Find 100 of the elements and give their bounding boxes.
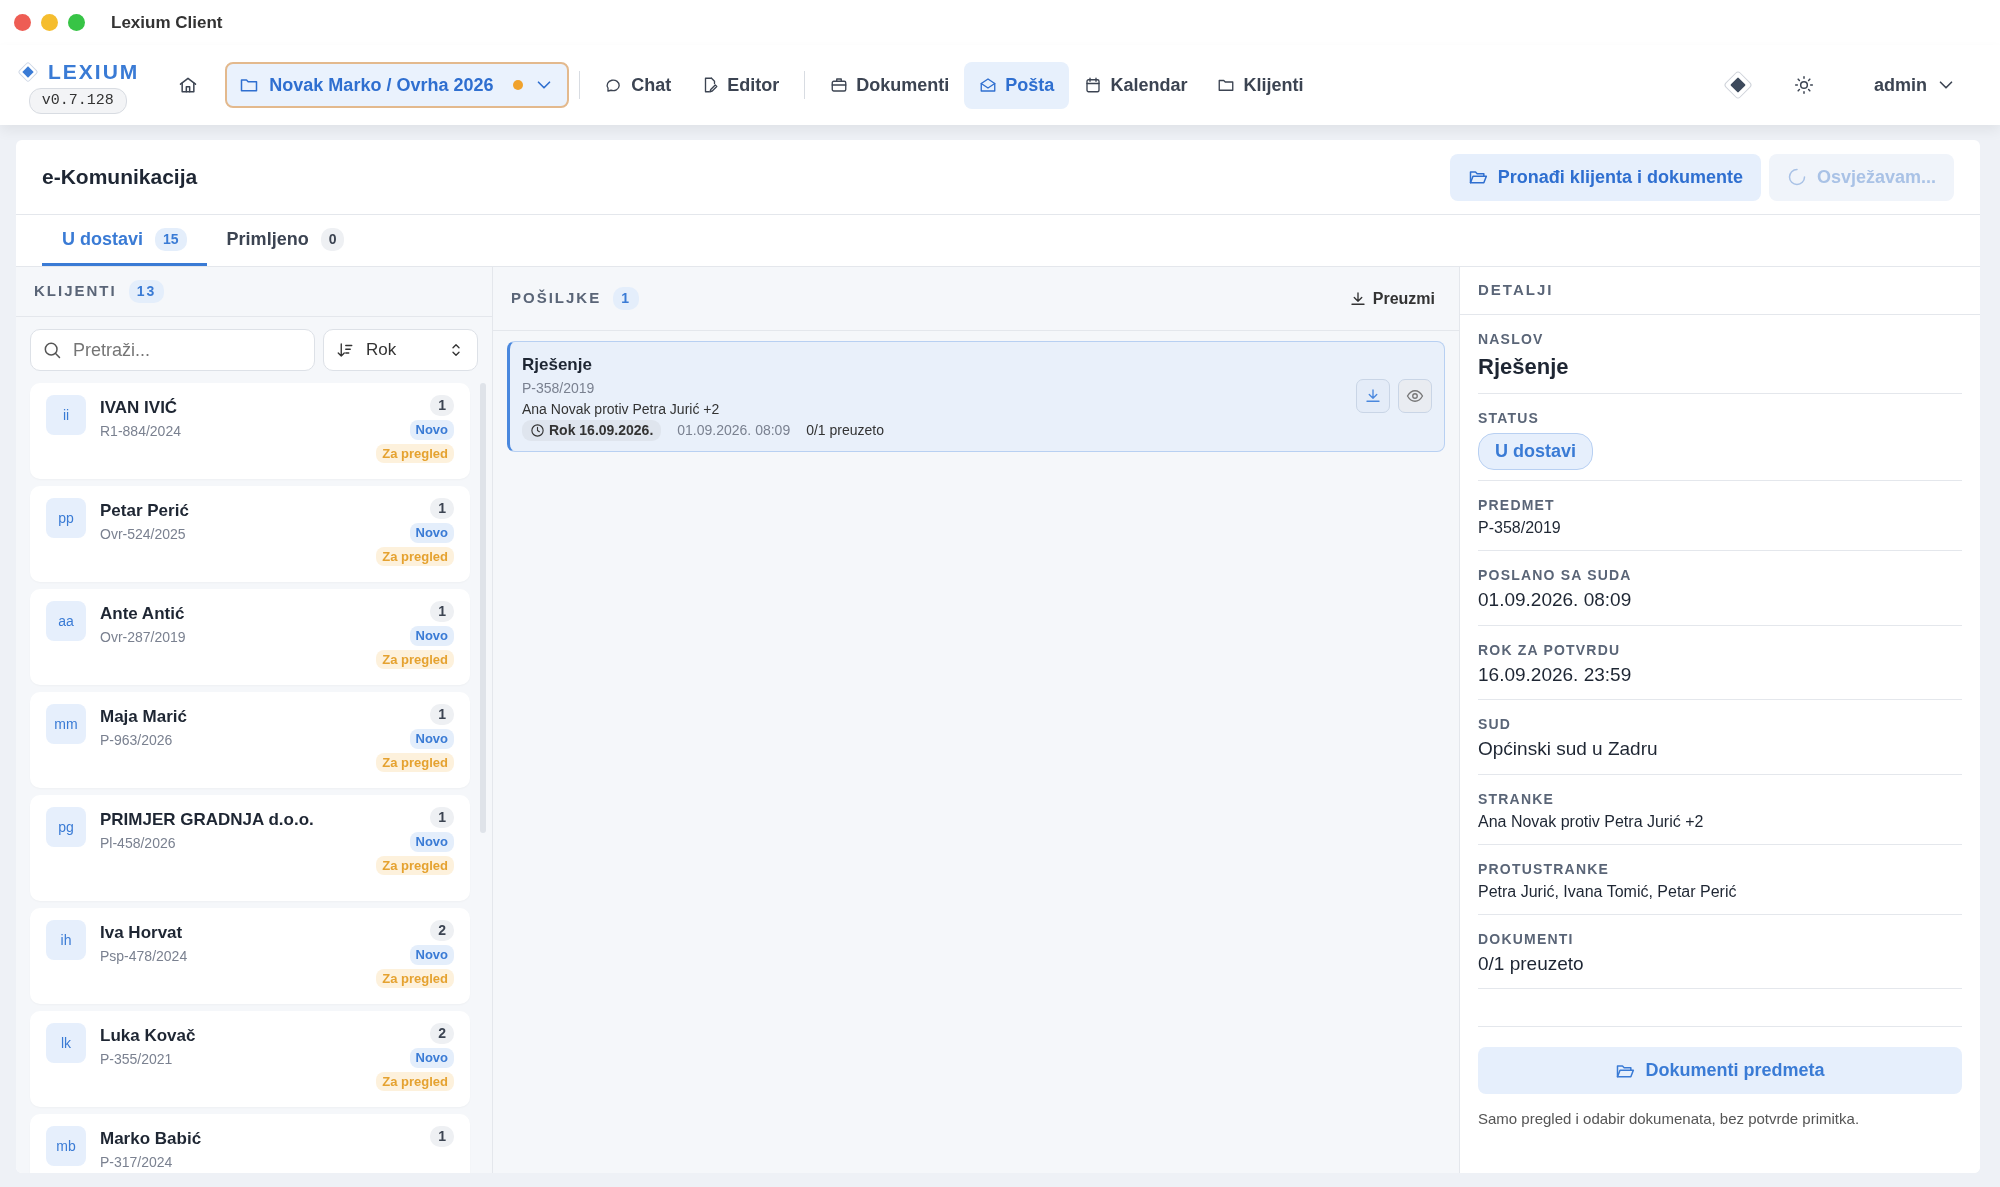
section-title: POŠILJKE: [511, 288, 602, 309]
client-name: IVAN IVIĆ: [100, 397, 179, 419]
case-documents-button[interactable]: Dokumenti predmeta: [1478, 1047, 1962, 1094]
client-card[interactable]: mb Marko Babić P-317/2024 1: [30, 1114, 470, 1173]
client-count: 13: [128, 280, 165, 303]
field-value: Ana Novak protiv Petra Jurić +2: [1478, 811, 1705, 832]
case-number: P-358/2019: [522, 378, 596, 398]
calendar-icon: [1084, 76, 1103, 94]
field-value: Rješenje: [1478, 353, 1570, 381]
nav-tab[interactable]: Dokumenti: [815, 61, 965, 109]
find-client-button[interactable]: Pronađi klijenta i dokumente: [1449, 153, 1761, 201]
item-count: 1: [430, 498, 454, 519]
nav-tab[interactable]: Chat: [590, 61, 687, 109]
note-text: Samo pregled i odabir dokumenata, bez potvrde primitka.: [1478, 1109, 1861, 1129]
client-card[interactable]: pg PRIMJER GRADNJA d.o.o. Pl-458/2026 1 Novo Za pregled: [30, 795, 470, 901]
window-control-button[interactable]: [14, 14, 31, 31]
shipment-title: Rješenje: [522, 354, 593, 376]
project-selector[interactable]: Novak Marko / Ovrha 2026: [225, 62, 570, 108]
item-count: 2: [430, 920, 454, 941]
field-label: DOKUMENTI: [1478, 929, 1575, 949]
window-control-button[interactable]: [68, 14, 85, 31]
nav-tab[interactable]: Klijenti: [1202, 61, 1319, 109]
case-number: P-317/2024: [100, 1152, 174, 1172]
parties-text: Ana Novak protiv Petra Jurić +2: [522, 399, 721, 419]
client-card[interactable]: ih Iva Horvat Psp-478/2024 2 Novo Za pregled: [30, 908, 470, 1004]
client-card[interactable]: ii IVAN IVIĆ R1-884/2024 1 Novo Za pregled: [30, 383, 470, 479]
avatar: ih: [46, 920, 86, 960]
field-label: STRANKE: [1478, 789, 1556, 809]
avatar: ii: [46, 395, 86, 435]
field-value: Petra Jurić, Ivana Tomić, Petar Perić: [1478, 881, 1738, 902]
new-tag: Novo: [409, 945, 454, 965]
client-name: PRIMJER GRADNJA d.o.o.: [100, 809, 315, 831]
section-title: DETALJI: [1478, 280, 1554, 301]
nav-tab[interactable]: Editor: [686, 61, 795, 109]
deadline-tag: Rok 16.09.2026.: [522, 419, 662, 441]
field-label: ROK ZA POTVRDU: [1478, 640, 1622, 660]
field-label: PROTUSTRANKE: [1478, 859, 1611, 879]
item-count: 1: [430, 395, 454, 416]
review-tag: Za pregled: [376, 968, 454, 988]
window-control-button[interactable]: [41, 14, 58, 31]
avatar: pg: [46, 807, 86, 847]
section-title: KLIJENTI: [34, 281, 117, 302]
user-menu[interactable]: admin: [1859, 61, 1972, 109]
client-name: Iva Horvat: [100, 922, 184, 944]
nav-tab[interactable]: Pošta: [964, 61, 1070, 109]
search-field[interactable]: Pretraži...: [30, 329, 315, 371]
new-tag: Novo: [409, 832, 454, 852]
envelope-icon: [979, 76, 998, 94]
field-label: STATUS: [1478, 409, 1541, 428]
client-name: Marko Babić: [100, 1128, 203, 1150]
nav-tab[interactable]: Kalendar: [1069, 61, 1203, 109]
item-count: 1: [430, 807, 454, 828]
avatar: aa: [46, 601, 86, 641]
client-card[interactable]: aa Ante Antić Ovr-287/2019 1 Novo Za pregled: [30, 589, 470, 685]
field-value: 0/1 preuzeto: [1478, 951, 1585, 976]
tab-count: 15: [155, 227, 187, 251]
field-label: PREDMET: [1478, 496, 1556, 515]
item-count: 2: [430, 1023, 454, 1044]
field-value: 16.09.2026. 23:59: [1478, 662, 1633, 687]
download-button[interactable]: Preuzmi: [1342, 285, 1441, 312]
client-card[interactable]: lk Luka Kovač P-355/2021 2 Novo Za pregled: [30, 1011, 470, 1107]
briefcase-icon: [830, 76, 849, 94]
sort-dropdown[interactable]: Rok: [323, 329, 478, 371]
field-value: Općinski sud u Zadru: [1478, 737, 1659, 761]
new-tag: Novo: [409, 729, 454, 749]
home-icon: [178, 75, 199, 95]
brand-name: LEXIUM: [48, 59, 140, 85]
case-number: Ovr-287/2019: [100, 627, 187, 647]
avatar: lk: [46, 1023, 86, 1063]
field-label: POSLANO SA SUDA: [1478, 566, 1633, 585]
item-count: 1: [430, 704, 454, 725]
download-button[interactable]: [1356, 379, 1390, 414]
new-tag: Novo: [409, 626, 454, 646]
new-tag: Novo: [409, 420, 454, 440]
case-number: P-355/2021: [100, 1049, 174, 1069]
case-number: R1-884/2024: [100, 421, 182, 441]
avatar: mb: [46, 1126, 86, 1166]
sort-icon: [336, 341, 354, 359]
clock-icon: [530, 422, 545, 438]
review-tag: Za pregled: [376, 546, 454, 566]
client-card[interactable]: pp Petar Perić Ovr-524/2025 1 Novo Za pregled: [30, 486, 470, 582]
shipment-card[interactable]: Rješenje P-358/2019 Ana Novak protiv Petra Jurić +2 Rok 16.09.2026. 01.09.2026. 08:09 0/1 preuzeto: [507, 341, 1445, 452]
case-number: P-963/2026: [100, 730, 174, 750]
download-icon: [1348, 289, 1367, 308]
avatar: pp: [46, 498, 86, 538]
case-number: Ovr-524/2025: [100, 524, 187, 544]
field-value: P-358/2019: [1478, 518, 1562, 538]
new-tag: Novo: [409, 523, 454, 543]
sent-date: 01.09.2026. 08:09: [677, 420, 791, 440]
tab[interactable]: Primljeno 0: [206, 215, 365, 266]
preview-button[interactable]: [1398, 379, 1432, 414]
client-name: Maja Marić: [100, 706, 188, 728]
review-tag: Za pregled: [376, 855, 454, 875]
case-number: Pl-458/2026: [100, 833, 177, 853]
review-tag: Za pregled: [376, 649, 454, 669]
review-tag: Za pregled: [376, 752, 454, 772]
window-title: Lexium Client: [111, 11, 223, 34]
spinner-icon: [1786, 167, 1807, 187]
item-count: 1: [430, 1126, 454, 1147]
client-card[interactable]: mm Maja Marić P-963/2026 1 Novo Za pregled: [30, 692, 470, 788]
